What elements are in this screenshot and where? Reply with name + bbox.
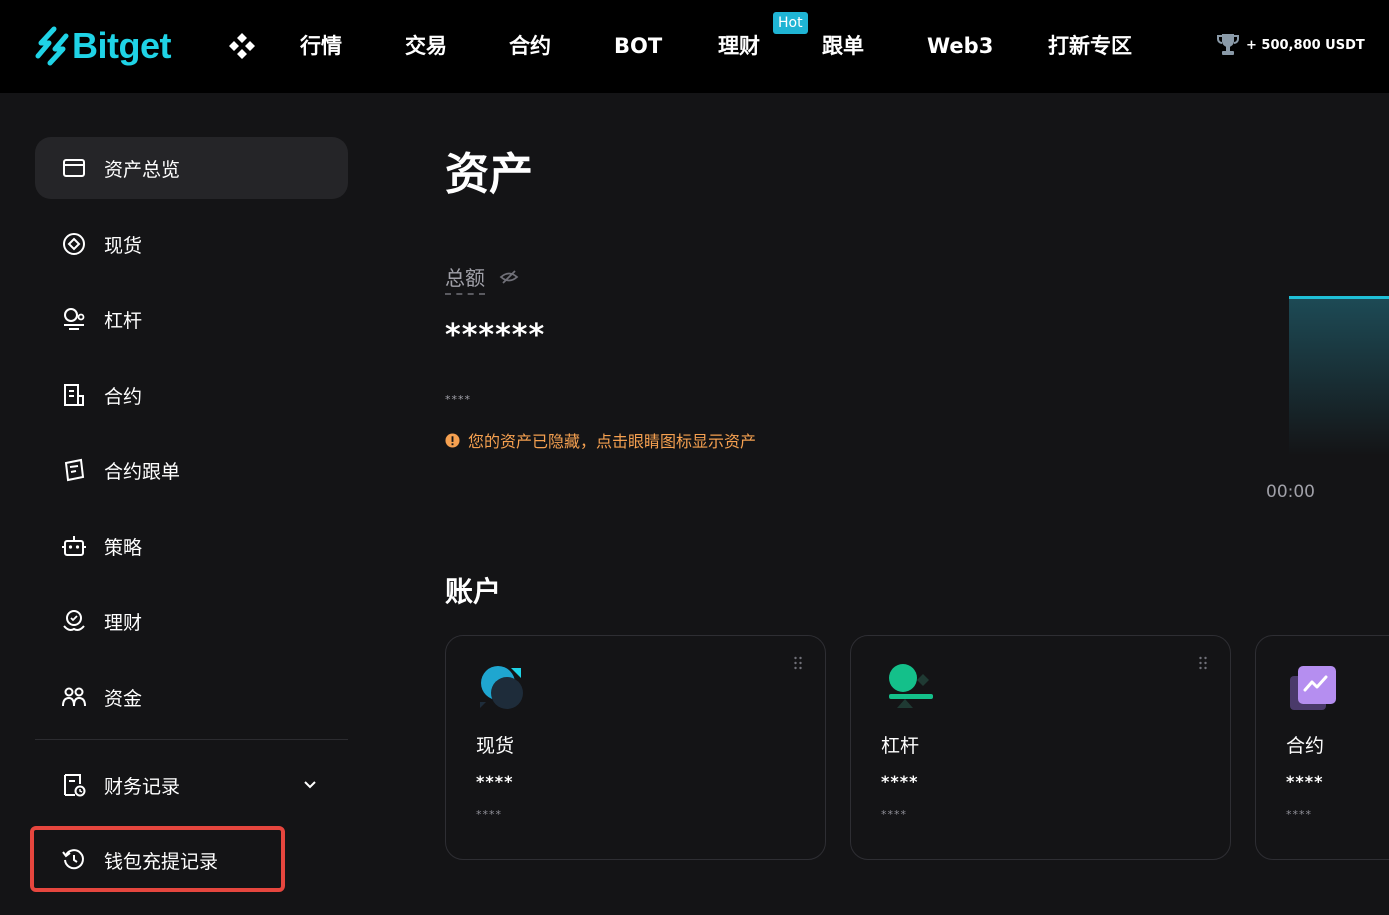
- nav-launchpad[interactable]: 打新专区: [1048, 30, 1132, 62]
- sidebar-item-label: 资金: [104, 687, 143, 710]
- sidebar-item-label: 资产总览: [104, 158, 181, 181]
- page-title: 资产: [445, 149, 533, 200]
- top-navbar: Bitget 行情 交易 合约 BOT 理财 Hot 跟单 Web3 打新专区 …: [0, 0, 1389, 93]
- drag-handle-icon[interactable]: [793, 656, 803, 670]
- funding-icon: [62, 687, 86, 707]
- account-card-spot[interactable]: 现货 **** ****: [445, 635, 826, 860]
- account-value: ****: [1286, 772, 1324, 791]
- highlight-box: [30, 826, 285, 892]
- sidebar-item-funding[interactable]: 资金: [35, 666, 348, 728]
- sidebar-item-earn[interactable]: 理财: [35, 590, 348, 652]
- sidebar-item-label: 财务记录: [104, 775, 181, 798]
- brand-name: Bitget: [72, 25, 172, 66]
- sidebar-item-label: 杠杆: [104, 309, 143, 332]
- total-balance: ******: [445, 318, 546, 353]
- apps-icon[interactable]: [226, 30, 258, 62]
- sidebar-item-label: 合约: [104, 385, 143, 408]
- chevron-down-icon[interactable]: [302, 776, 318, 792]
- sidebar-item-financial-records[interactable]: 财务记录: [35, 754, 348, 816]
- account-sub-value: ****: [476, 808, 502, 821]
- nav-web3[interactable]: Web3: [927, 30, 993, 62]
- sidebar-item-copy-futures[interactable]: 合约跟单: [35, 439, 348, 501]
- wallet-icon: [63, 159, 85, 177]
- eye-hidden-icon[interactable]: [499, 267, 519, 287]
- account-value: ****: [881, 772, 919, 791]
- sidebar-item-margin[interactable]: 杠杆: [35, 288, 348, 350]
- drag-handle-icon[interactable]: [1198, 656, 1208, 670]
- warning-icon: [445, 432, 460, 448]
- account-card-futures[interactable]: 合约 **** ****: [1255, 635, 1389, 860]
- earn-icon: [63, 610, 85, 631]
- sidebar-item-label: 合约跟单: [104, 460, 181, 483]
- margin-icon: [64, 308, 85, 330]
- accounts-title: 账户: [445, 575, 502, 608]
- sidebar-item-label: 理财: [104, 611, 143, 634]
- notice-text: 您的资产已隐藏，点击眼睛图标显示资产: [468, 432, 757, 451]
- nav-markets[interactable]: 行情: [300, 30, 342, 62]
- sidebar-divider: [35, 739, 348, 740]
- account-name: 杠杆: [881, 735, 920, 757]
- account-name: 合约: [1286, 735, 1325, 757]
- bitget-logo-icon: [35, 26, 69, 66]
- nav-earn[interactable]: 理财: [718, 30, 760, 62]
- futures-account-icon: [1290, 666, 1336, 710]
- total-balance-sub: ****: [445, 393, 471, 406]
- bitget-logo[interactable]: Bitget: [34, 22, 172, 70]
- trophy-icon: [1217, 34, 1239, 55]
- spot-account-icon: [480, 666, 523, 709]
- hot-badge: Hot: [773, 12, 808, 34]
- sidebar-item-label: 现货: [104, 234, 143, 257]
- futures-icon: [64, 384, 84, 406]
- reward-promo[interactable]: + 500,800 USDT: [1216, 32, 1365, 58]
- sidebar-item-strategy[interactable]: 策略: [35, 515, 348, 577]
- reward-amount: + 500,800 USDT: [1246, 37, 1365, 53]
- nav-trade[interactable]: 交易: [405, 30, 447, 62]
- sidebar-item-overview[interactable]: 资产总览: [35, 137, 348, 199]
- account-name: 现货: [476, 735, 515, 757]
- nav-copy-trade[interactable]: 跟单: [822, 30, 864, 62]
- record-icon: [64, 774, 86, 797]
- robot-icon: [62, 536, 86, 556]
- margin-account-icon: [889, 664, 933, 708]
- total-label: 总额: [445, 262, 485, 295]
- spot-icon: [63, 233, 85, 255]
- hidden-assets-notice: 您的资产已隐藏，点击眼睛图标显示资产: [445, 428, 756, 452]
- nav-futures[interactable]: 合约: [509, 30, 551, 62]
- balance-chart: [1289, 296, 1389, 456]
- sidebar-item-label: 策略: [104, 536, 143, 559]
- account-value: ****: [476, 772, 514, 791]
- chart-time-label: 00:00: [1266, 482, 1315, 502]
- account-sub-value: ****: [1286, 808, 1312, 821]
- account-card-margin[interactable]: 杠杆 **** ****: [850, 635, 1231, 860]
- sidebar-item-futures[interactable]: 合约: [35, 364, 348, 426]
- account-sub-value: ****: [881, 808, 907, 821]
- nav-bot[interactable]: BOT: [614, 30, 662, 62]
- copy-trade-icon: [64, 458, 85, 482]
- sidebar: 资产总览 现货 杠杆 合约 合约跟单 策略 理财 资金 财务记录 钱包充提记录: [0, 93, 384, 915]
- sidebar-item-spot[interactable]: 现货: [35, 213, 348, 275]
